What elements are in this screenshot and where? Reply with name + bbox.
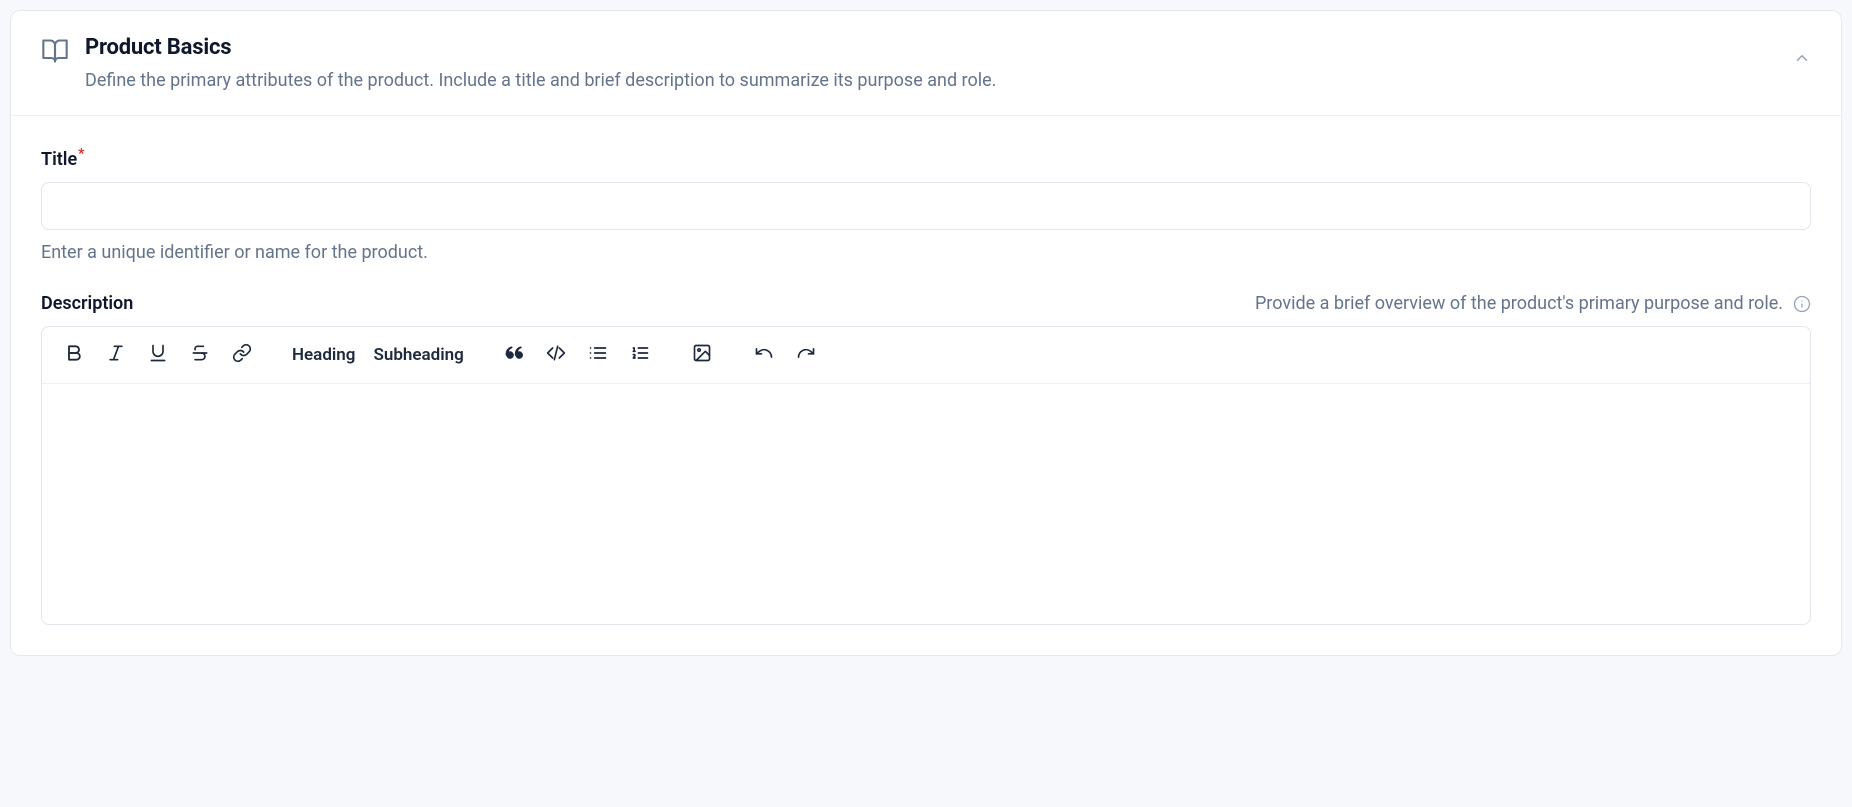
description-input[interactable] bbox=[42, 384, 1810, 624]
image-button[interactable] bbox=[684, 337, 720, 373]
quote-icon bbox=[504, 343, 524, 367]
section-title: Product Basics bbox=[85, 35, 1773, 60]
image-icon bbox=[692, 343, 712, 367]
section-subtitle: Define the primary attributes of the pro… bbox=[85, 68, 1773, 93]
required-marker: * bbox=[78, 146, 84, 162]
title-input[interactable] bbox=[41, 182, 1811, 230]
title-help: Enter a unique identifier or name for th… bbox=[41, 242, 1811, 263]
list-ul-icon bbox=[588, 343, 608, 367]
title-label-text: Title bbox=[41, 149, 77, 170]
description-field: Description Provide a brief overview of … bbox=[41, 293, 1811, 625]
undo-button[interactable] bbox=[746, 337, 782, 373]
undo-icon bbox=[754, 343, 774, 367]
link-button[interactable] bbox=[224, 337, 260, 373]
italic-icon bbox=[106, 343, 126, 367]
card-header[interactable]: Product Basics Define the primary attrib… bbox=[11, 11, 1841, 116]
product-basics-card: Product Basics Define the primary attrib… bbox=[10, 10, 1842, 656]
bold-icon bbox=[64, 343, 84, 367]
title-label: Title* bbox=[41, 146, 84, 170]
unordered-list-button[interactable] bbox=[580, 337, 616, 373]
underline-button[interactable] bbox=[140, 337, 176, 373]
code-button[interactable] bbox=[538, 337, 574, 373]
book-open-icon bbox=[41, 37, 69, 65]
description-label: Description bbox=[41, 293, 133, 314]
ordered-list-button[interactable] bbox=[622, 337, 658, 373]
redo-icon bbox=[796, 343, 816, 367]
rich-text-editor: Heading Subheading bbox=[41, 326, 1811, 625]
redo-button[interactable] bbox=[788, 337, 824, 373]
heading-button[interactable]: Heading bbox=[286, 337, 361, 373]
editor-toolbar: Heading Subheading bbox=[42, 327, 1810, 384]
info-icon[interactable] bbox=[1793, 295, 1811, 313]
strikethrough-icon bbox=[190, 343, 210, 367]
bold-button[interactable] bbox=[56, 337, 92, 373]
description-hint-row: Provide a brief overview of the product'… bbox=[1255, 293, 1811, 314]
card-body: Title* Enter a unique identifier or name… bbox=[11, 116, 1841, 655]
italic-button[interactable] bbox=[98, 337, 134, 373]
chevron-up-icon[interactable] bbox=[1793, 49, 1811, 67]
title-field: Title* Enter a unique identifier or name… bbox=[41, 146, 1811, 263]
link-icon bbox=[232, 343, 252, 367]
list-ol-icon bbox=[630, 343, 650, 367]
quote-button[interactable] bbox=[496, 337, 532, 373]
underline-icon bbox=[148, 343, 168, 367]
subheading-button[interactable]: Subheading bbox=[367, 337, 469, 373]
strikethrough-button[interactable] bbox=[182, 337, 218, 373]
code-icon bbox=[546, 343, 566, 367]
description-hint: Provide a brief overview of the product'… bbox=[1255, 293, 1783, 314]
header-text-block: Product Basics Define the primary attrib… bbox=[85, 35, 1773, 93]
